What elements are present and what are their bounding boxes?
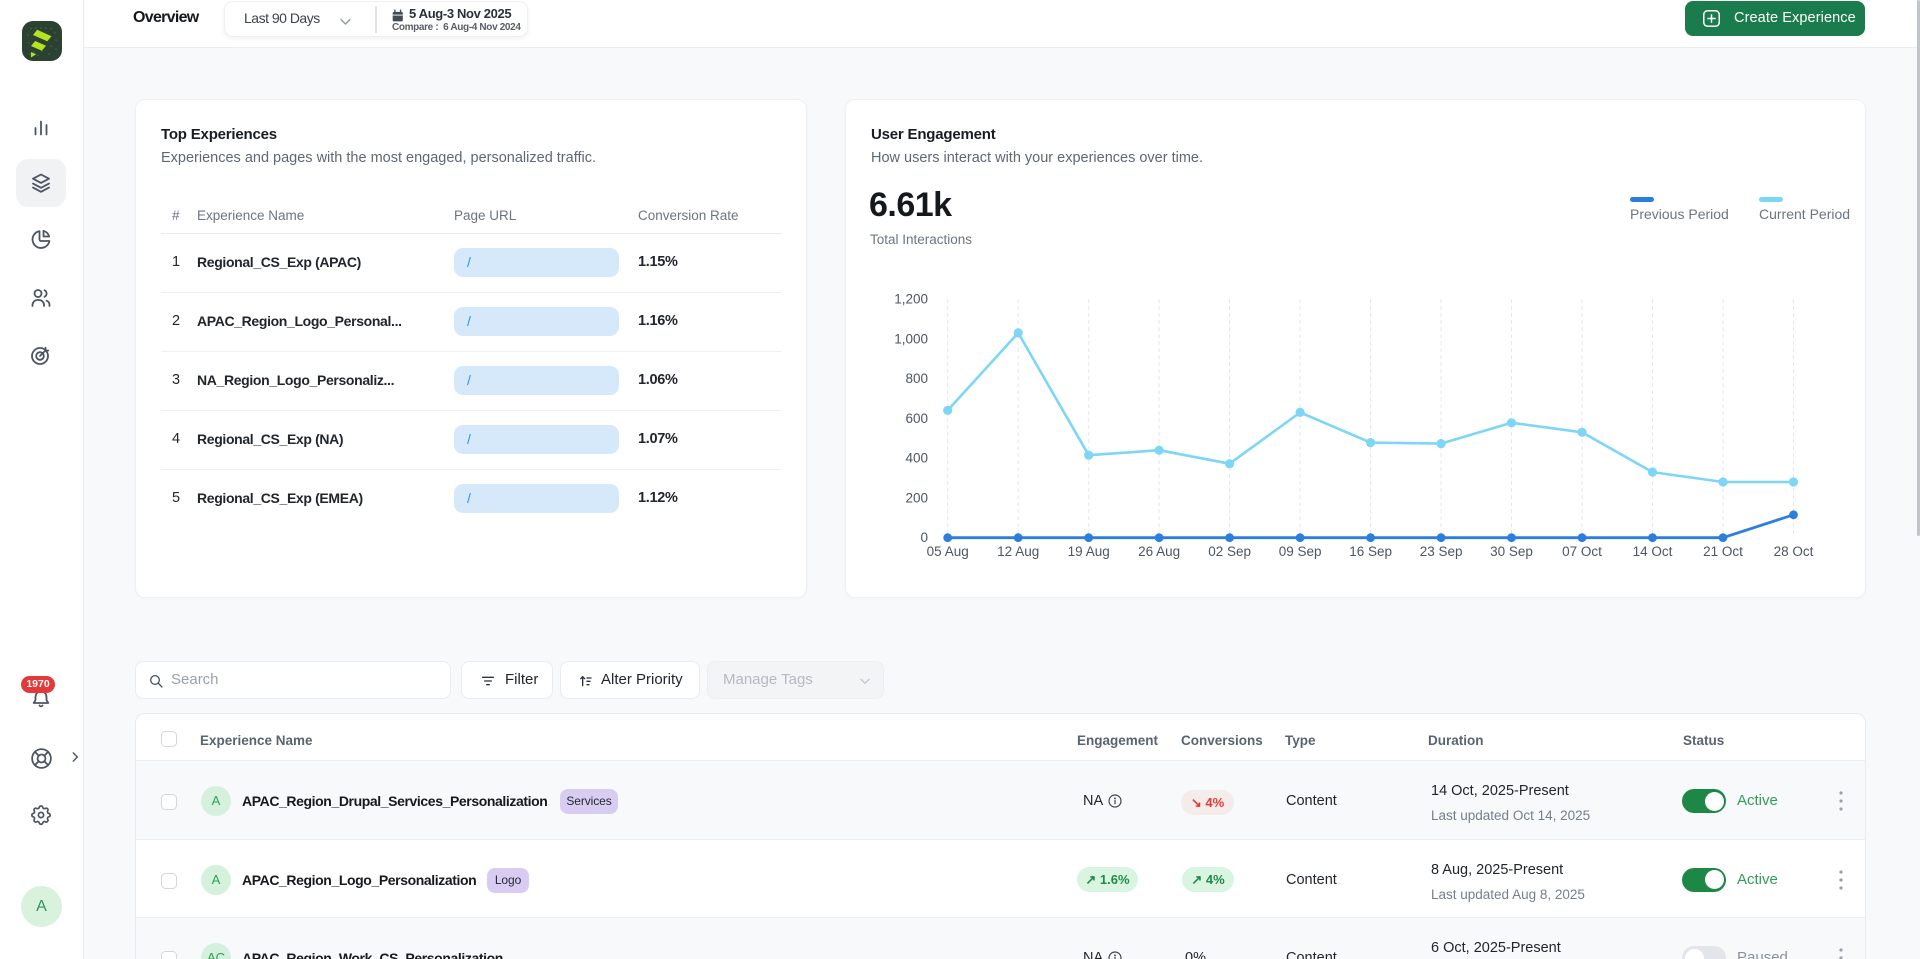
- svg-text:14 Oct: 14 Oct: [1633, 544, 1673, 559]
- svg-text:16 Sep: 16 Sep: [1349, 544, 1392, 559]
- svg-text:600: 600: [905, 411, 928, 426]
- svg-text:400: 400: [905, 451, 928, 466]
- svg-text:21 Oct: 21 Oct: [1703, 544, 1743, 559]
- svg-text:200: 200: [905, 490, 928, 505]
- svg-text:09 Sep: 09 Sep: [1279, 544, 1322, 559]
- svg-text:05 Aug: 05 Aug: [927, 544, 969, 559]
- svg-text:07 Oct: 07 Oct: [1562, 544, 1602, 559]
- svg-text:1,000: 1,000: [894, 331, 928, 346]
- svg-text:0: 0: [920, 530, 928, 545]
- svg-text:23 Sep: 23 Sep: [1420, 544, 1463, 559]
- svg-text:12 Aug: 12 Aug: [997, 544, 1039, 559]
- svg-text:19 Aug: 19 Aug: [1068, 544, 1110, 559]
- svg-text:28 Oct: 28 Oct: [1774, 544, 1814, 559]
- svg-text:1,200: 1,200: [894, 292, 928, 307]
- svg-text:26 Aug: 26 Aug: [1138, 544, 1180, 559]
- svg-text:30 Sep: 30 Sep: [1490, 544, 1533, 559]
- svg-text:800: 800: [905, 371, 928, 386]
- svg-text:02 Sep: 02 Sep: [1208, 544, 1251, 559]
